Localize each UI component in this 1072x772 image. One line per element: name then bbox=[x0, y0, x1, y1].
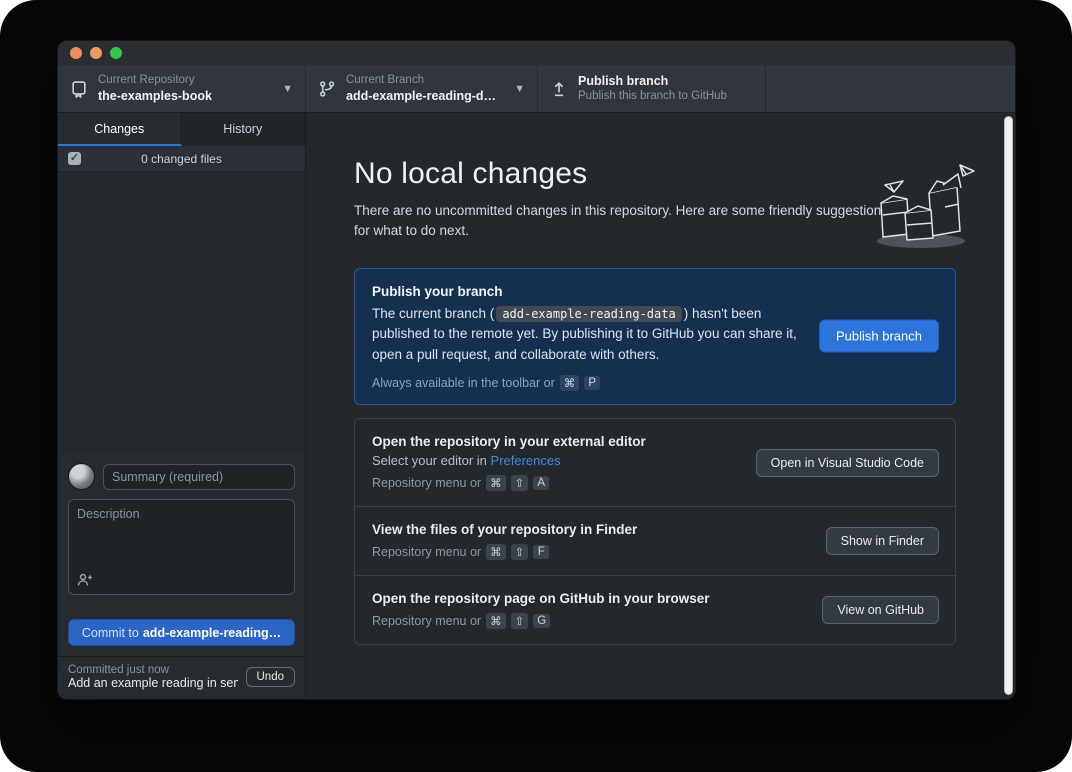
screenshot-frame: Current Repository the-examples-book ▼ C… bbox=[0, 0, 1072, 772]
p-key: P bbox=[584, 376, 600, 390]
add-coauthor-icon[interactable] bbox=[77, 572, 93, 588]
suggestion-subtitle: Select your editor in Preferences bbox=[372, 453, 765, 468]
repo-icon bbox=[70, 80, 88, 98]
git-branch-icon bbox=[318, 80, 336, 98]
commit-form: Commit to add-example-reading… bbox=[58, 453, 305, 656]
shortcut-line: Repository menu or ⌘ ⇧ F bbox=[372, 544, 765, 560]
publish-branch-title: Publish branch bbox=[578, 73, 753, 89]
shift-key: ⇧ bbox=[511, 544, 529, 560]
suggestion-row-finder: View the files of your repository in Fin… bbox=[355, 507, 955, 576]
changed-files-count: 0 changed files bbox=[81, 152, 282, 166]
shortcut-line: Repository menu or ⌘ ⇧ G bbox=[372, 613, 765, 629]
shortcut-label: Repository menu or bbox=[372, 614, 481, 628]
view-on-github-button[interactable]: View on GitHub bbox=[822, 596, 939, 624]
description-box bbox=[68, 499, 295, 595]
close-window-button[interactable] bbox=[70, 47, 82, 59]
shortcut-label: Repository menu or bbox=[372, 545, 481, 559]
current-repository-value: the-examples-book bbox=[98, 88, 274, 104]
publish-card-title: Publish your branch bbox=[372, 284, 805, 299]
github-desktop-window: Current Repository the-examples-book ▼ C… bbox=[57, 40, 1016, 700]
f-key: F bbox=[533, 545, 549, 559]
cmd-key: ⌘ bbox=[486, 544, 506, 560]
cmd-key: ⌘ bbox=[486, 475, 506, 491]
vertical-scrollbar[interactable] bbox=[1004, 116, 1013, 695]
summary-input[interactable] bbox=[103, 464, 295, 490]
shift-key: ⇧ bbox=[511, 475, 529, 491]
suggestion-row-external-editor: Open the repository in your external edi… bbox=[355, 419, 955, 507]
titlebar bbox=[58, 41, 1015, 65]
tab-history[interactable]: History bbox=[182, 113, 306, 146]
suggestion-title: Open the repository in your external edi… bbox=[372, 434, 765, 449]
file-list bbox=[58, 172, 305, 453]
publish-branch-toolbar-button[interactable]: Publish branch Publish this branch to Gi… bbox=[538, 65, 766, 112]
committed-bar: Committed just now Add an example readin… bbox=[58, 656, 305, 699]
show-in-finder-button[interactable]: Show in Finder bbox=[826, 527, 939, 555]
current-branch-dropdown[interactable]: Current Branch add-example-reading-d… ▼ bbox=[306, 65, 538, 112]
suggestion-row-github: Open the repository page on GitHub in yo… bbox=[355, 576, 955, 644]
chevron-down-icon: ▼ bbox=[282, 83, 293, 95]
undo-button[interactable]: Undo bbox=[246, 667, 296, 687]
current-branch-value: add-example-reading-d… bbox=[346, 88, 506, 104]
changes-history-tabs: Changes History bbox=[58, 113, 305, 146]
suggestions-list: Open the repository in your external edi… bbox=[354, 418, 956, 645]
tab-changes[interactable]: Changes bbox=[58, 113, 182, 146]
publish-shortcut-label: Always available in the toolbar or bbox=[372, 376, 555, 390]
minimize-window-button[interactable] bbox=[90, 47, 102, 59]
suggestion-title: View the files of your repository in Fin… bbox=[372, 522, 765, 537]
commit-button-branch: add-example-reading… bbox=[143, 626, 281, 640]
publish-card-body-pre: The current branch ( bbox=[372, 306, 494, 321]
current-repository-dropdown[interactable]: Current Repository the-examples-book ▼ bbox=[58, 65, 306, 112]
committed-timestamp: Committed just now bbox=[68, 664, 238, 676]
avatar bbox=[68, 463, 95, 490]
no-changes-illustration bbox=[863, 155, 983, 255]
preferences-link[interactable]: Preferences bbox=[491, 453, 561, 468]
suggestion-title: Open the repository page on GitHub in yo… bbox=[372, 591, 765, 606]
upload-arrow-icon bbox=[550, 80, 568, 98]
editor-subtitle-text: Select your editor in bbox=[372, 453, 487, 468]
shortcut-line: Repository menu or ⌘ ⇧ A bbox=[372, 475, 765, 491]
open-in-vscode-button[interactable]: Open in Visual Studio Code bbox=[756, 449, 939, 477]
toolbar: Current Repository the-examples-book ▼ C… bbox=[58, 65, 1015, 113]
shortcut-label: Repository menu or bbox=[372, 476, 481, 490]
publish-branch-button[interactable]: Publish branch bbox=[819, 320, 939, 353]
maximize-window-button[interactable] bbox=[110, 47, 122, 59]
commit-button-prefix: Commit to bbox=[82, 626, 139, 640]
sidebar: Changes History ✓ 0 changed files bbox=[58, 113, 306, 699]
main-panel: No local changes There are no uncommitte… bbox=[306, 113, 1015, 699]
changed-files-header: ✓ 0 changed files bbox=[58, 146, 305, 172]
commit-button[interactable]: Commit to add-example-reading… bbox=[68, 619, 295, 646]
description-input[interactable] bbox=[69, 500, 294, 572]
publish-branch-card: Publish your branch The current branch (… bbox=[354, 268, 956, 406]
branch-code-chip: add-example-reading-data bbox=[496, 306, 681, 322]
chevron-down-icon: ▼ bbox=[514, 83, 525, 95]
shift-key: ⇧ bbox=[511, 613, 529, 629]
cmd-key: ⌘ bbox=[560, 375, 580, 391]
page-subtitle: There are no uncommitted changes in this… bbox=[354, 201, 894, 242]
a-key: A bbox=[533, 476, 549, 490]
publish-branch-subtitle: Publish this branch to GitHub bbox=[578, 89, 753, 104]
committed-message: Add an example reading in semi-… bbox=[68, 676, 238, 690]
g-key: G bbox=[533, 614, 550, 628]
publish-card-footer: Always available in the toolbar or ⌘ P bbox=[372, 375, 805, 391]
select-all-checkbox[interactable]: ✓ bbox=[68, 152, 81, 165]
toolbar-spacer bbox=[766, 65, 1015, 112]
publish-card-body: The current branch (add-example-reading-… bbox=[372, 304, 805, 367]
cmd-key: ⌘ bbox=[486, 613, 506, 629]
current-repository-label: Current Repository bbox=[98, 73, 274, 88]
current-branch-label: Current Branch bbox=[346, 73, 506, 88]
